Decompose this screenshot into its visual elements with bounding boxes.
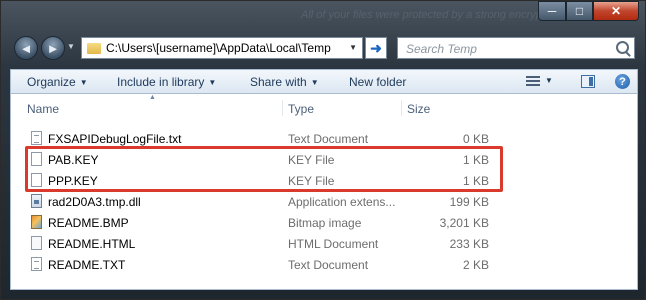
file-size: 199 KB (449, 195, 489, 209)
window-controls: ─ □ ✕ (538, 1, 639, 21)
file-list: ▲ Name Type Size FXSAPIDebugLogFile.txt … (10, 94, 638, 290)
sort-ascending-icon: ▲ (149, 94, 156, 101)
maximize-button[interactable]: □ (566, 1, 593, 21)
file-row[interactable]: README.HTML HTML Document 233 KB (11, 234, 631, 255)
background-ransom-text: All of your files were protected by a st… (301, 9, 560, 21)
file-row[interactable]: rad2D0A3.tmp.dll Application extens... 1… (11, 192, 631, 213)
new-folder-button[interactable]: New folder (349, 75, 406, 89)
back-button[interactable]: ◄ (14, 36, 38, 60)
text-file-icon (31, 131, 42, 145)
file-type: Bitmap image (288, 216, 362, 230)
html-file-icon (31, 236, 42, 250)
dll-file-icon (31, 194, 42, 208)
file-name: rad2D0A3.tmp.dll (48, 195, 141, 209)
search-input[interactable] (404, 39, 608, 59)
folder-icon (87, 42, 101, 54)
file-size: 233 KB (449, 237, 489, 251)
address-bar[interactable]: C:\Users\[username]\AppData\Local\Temp ▼ (81, 37, 363, 59)
column-header-type[interactable]: Type (288, 102, 314, 116)
chevron-down-icon: ▼ (208, 78, 217, 87)
column-divider[interactable] (282, 100, 283, 116)
file-name: FXSAPIDebugLogFile.txt (48, 132, 182, 146)
organize-label: Organize (27, 75, 76, 89)
text-file-icon (31, 257, 42, 271)
include-in-library-label: Include in library (117, 75, 205, 89)
file-type: Text Document (288, 258, 369, 272)
file-size: 0 KB (462, 132, 489, 146)
file-row[interactable]: README.BMP Bitmap image 3,201 KB (11, 213, 631, 234)
address-path[interactable]: C:\Users\[username]\AppData\Local\Temp (106, 41, 331, 55)
file-row[interactable]: README.TXT Text Document 2 KB (11, 255, 631, 276)
preview-pane-icon[interactable] (581, 75, 595, 88)
column-header-name[interactable]: Name (27, 102, 59, 116)
change-view-icon[interactable] (526, 76, 540, 87)
column-divider[interactable] (401, 100, 402, 116)
command-bar: Organize ▼ Include in library ▼ Share with… (10, 69, 638, 94)
organize-button[interactable]: Organize ▼ (27, 75, 88, 89)
go-arrow-button[interactable]: ➜ (365, 37, 387, 59)
file-size: 3,201 KB (439, 216, 489, 230)
share-with-button[interactable]: Share with ▼ (250, 75, 319, 89)
bitmap-file-icon (31, 215, 42, 229)
file-name: README.TXT (48, 258, 126, 272)
help-icon[interactable]: ? (615, 74, 630, 89)
include-in-library-button[interactable]: Include in library ▼ (117, 75, 216, 89)
highlight-box (25, 146, 503, 192)
close-button[interactable]: ✕ (593, 1, 639, 21)
file-type: Application extens... (288, 195, 396, 209)
file-type: HTML Document (288, 237, 379, 251)
forward-button[interactable]: ► (41, 36, 65, 60)
file-size: 2 KB (462, 258, 489, 272)
recent-pages-dropdown-icon[interactable]: ▼ (67, 42, 75, 51)
view-dropdown-icon[interactable]: ▼ (545, 76, 553, 85)
navigation-bar: ◄ ► ▼ C:\Users\[username]\AppData\Local\… (1, 28, 646, 66)
column-header-size[interactable]: Size (407, 102, 430, 116)
share-with-label: Share with (250, 75, 307, 89)
file-name: README.HTML (48, 237, 136, 251)
search-box[interactable] (397, 37, 635, 59)
search-icon[interactable] (616, 41, 629, 54)
file-name: README.BMP (48, 216, 129, 230)
explorer-window: All of your files were protected by a st… (0, 0, 646, 300)
address-dropdown-icon[interactable]: ▼ (349, 43, 357, 52)
chevron-down-icon: ▼ (310, 78, 319, 87)
file-type: Text Document (288, 132, 369, 146)
chevron-down-icon: ▼ (79, 78, 88, 87)
minimize-button[interactable]: ─ (538, 1, 566, 21)
